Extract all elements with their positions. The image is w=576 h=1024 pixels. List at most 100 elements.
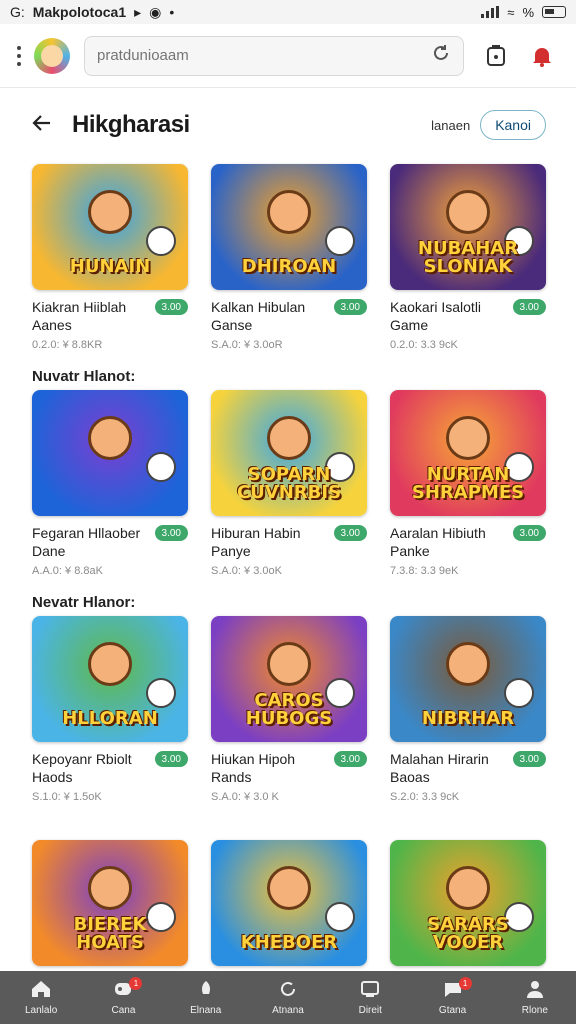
nav-item[interactable]: Rlone xyxy=(494,971,576,1024)
character-figure xyxy=(267,642,311,686)
thumbnail-logo-text: SOPARN CUVNRBIS xyxy=(236,464,342,503)
search-input[interactable] xyxy=(97,47,431,64)
rating-badge: 3.00 xyxy=(154,525,188,541)
mascot-figure xyxy=(325,226,355,256)
nav-item-label: Lanlalo xyxy=(25,1005,58,1016)
game-card[interactable]: SOPARN CUVNRBIS Hiburan Habin Panye 3.00 S.… xyxy=(211,390,367,590)
overflow-menu-icon[interactable] xyxy=(14,45,24,66)
notification-button[interactable] xyxy=(524,38,560,74)
nav-item[interactable]: Atnana xyxy=(247,971,329,1024)
rocket-icon xyxy=(195,979,217,1002)
game-title: Kalkan Hibulan Ganse xyxy=(211,299,306,333)
mascot-figure xyxy=(146,452,176,482)
game-card[interactable]: DHIROAN Kalkan Hibulan Ganse 3.00 S.A.0: ¥ … xyxy=(211,164,367,364)
character-figure xyxy=(88,416,132,460)
game-card[interactable]: CAROS HUBOGS Hiukan Hipoh Rands 3.00 S.A.0:… xyxy=(211,616,367,816)
header-aux-label[interactable]: lanaen xyxy=(431,118,470,133)
avatar[interactable] xyxy=(34,37,70,74)
rating-badge: 3.00 xyxy=(512,299,546,315)
game-thumbnail[interactable]: SOPARN CUVNRBIS xyxy=(211,390,367,516)
back-arrow-icon[interactable] xyxy=(30,111,54,140)
game-meta: Kaokari Isalotli Game 3.00 xyxy=(390,298,546,334)
battery-icon xyxy=(542,6,566,18)
dot-icon: • xyxy=(169,4,175,20)
search-bar[interactable] xyxy=(84,35,464,76)
game-stats: 7.3.8: 3.3 9eK xyxy=(390,565,459,577)
thumbnail-logo-text: KHEBOER xyxy=(240,932,338,953)
nav-item-label: Gtana xyxy=(438,1005,467,1016)
thumbnail-logo-text: NURTAN SHRAPMES xyxy=(411,464,525,503)
play-icon: ▸ xyxy=(134,3,142,20)
game-thumbnail[interactable]: NIBRHAR xyxy=(390,616,546,742)
game-stats: 0.2.0: ¥ 8.8KR xyxy=(32,339,103,351)
mascot-figure xyxy=(325,902,355,932)
refresh-icon xyxy=(277,979,299,1002)
mascot-figure xyxy=(146,226,176,256)
character-figure xyxy=(446,416,490,460)
game-stats: S.1.0: ¥ 1.5oK xyxy=(32,791,102,803)
game-card[interactable]: HLLORAN Kepoyanr Rbiolt Haods 3.00 S.1.0: ¥… xyxy=(32,616,188,816)
thumbnail-logo-text: DHIROAN xyxy=(241,256,337,277)
bookmark-button[interactable] xyxy=(478,38,514,74)
wifi-icon: ≈ xyxy=(507,4,515,20)
game-thumbnail[interactable]: SARARS VOOER xyxy=(390,840,546,966)
page-title: Hikgharasi xyxy=(72,111,190,138)
game-thumbnail[interactable]: DHIROAN xyxy=(211,164,367,290)
game-meta: Aaralan Hibiuth Panke 3.00 xyxy=(390,524,546,560)
game-stats: S.A.0: ¥ 3.0oR xyxy=(211,339,283,351)
thumbnail-logo-text: BIEREK HOATS xyxy=(73,914,147,953)
game-thumbnail[interactable]: BIEREK HOATS xyxy=(32,840,188,966)
character-figure xyxy=(88,866,132,910)
nav-item[interactable]: Direit xyxy=(329,971,411,1024)
game-card[interactable]: NURTAN SHRAPMES Aaralan Hibiuth Panke 3.00… xyxy=(390,390,546,590)
refresh-icon[interactable] xyxy=(431,43,451,68)
nav-item-label: Rlone xyxy=(521,1005,548,1016)
nav-item[interactable]: Lanlalo xyxy=(0,971,82,1024)
rating-badge: 3.00 xyxy=(333,525,367,541)
bookmark-icon xyxy=(487,44,505,66)
rating-badge: 3.00 xyxy=(154,299,188,315)
nav-item-label: Atnana xyxy=(272,1005,304,1016)
character-figure xyxy=(267,416,311,460)
record-icon: ◉ xyxy=(149,3,162,20)
header-pill-button[interactable]: Kanoi xyxy=(480,110,546,140)
bottom-navigation: Lanlalo 1 Cana Elnana Atnana Direit 1 Gtana Rlon… xyxy=(0,971,576,1024)
nav-item[interactable]: 1 Cana xyxy=(82,971,164,1024)
character-figure xyxy=(267,866,311,910)
character-figure xyxy=(88,190,132,234)
rating-badge: 3.00 xyxy=(154,751,188,767)
game-meta: Kiakran Hiiblah Aanes 3.00 xyxy=(32,298,188,334)
mascot-figure xyxy=(146,678,176,708)
game-stats: S.A.0: ¥ 3.0oK xyxy=(211,565,282,577)
game-thumbnail[interactable]: NURTAN SHRAPMES xyxy=(390,390,546,516)
game-thumbnail[interactable]: HLLORAN xyxy=(32,616,188,742)
section-heading: Nuvatr Hlanot: xyxy=(32,368,136,385)
game-title: Aaralan Hibiuth Panke xyxy=(390,525,486,559)
game-card[interactable]: NIBRHAR Malahan Hirarin Baoas 3.00 S.2.0: 3… xyxy=(390,616,546,816)
game-thumbnail[interactable]: CAROS HUBOGS xyxy=(211,616,367,742)
game-stats: A.A.0: ¥ 8.8aK xyxy=(32,565,103,577)
nav-item-label: Cana xyxy=(111,1005,136,1016)
page-header: Hikgharasi lanaen Kanoi xyxy=(0,100,576,150)
nav-item-label: Elnana xyxy=(190,1005,222,1016)
game-stats: 0.2.0: 3.3 9cK xyxy=(390,339,458,351)
game-thumbnail[interactable]: KHEBOER xyxy=(211,840,367,966)
nav-item[interactable]: Elnana xyxy=(165,971,247,1024)
game-meta: Malahan Hirarin Baoas 3.00 xyxy=(390,750,546,786)
game-title: Hiburan Habin Panye xyxy=(211,525,301,559)
game-title: Kepoyanr Rbiolt Haods xyxy=(32,751,132,785)
game-thumbnail[interactable]: NUBAHAR SLONIAK xyxy=(390,164,546,290)
game-card[interactable]: Fegaran Hllaober Dane 3.00 A.A.0: ¥ 8.8aK xyxy=(32,390,188,590)
nav-item[interactable]: 1 Gtana xyxy=(411,971,493,1024)
character-figure xyxy=(446,866,490,910)
game-title: Kiakran Hiiblah Aanes xyxy=(32,299,127,333)
nav-badge: 1 xyxy=(458,977,472,990)
thumbnail-logo-text: HLLORAN xyxy=(62,708,158,729)
game-card[interactable]: NUBAHAR SLONIAK Kaokari Isalotli Game 3.00… xyxy=(390,164,546,364)
game-card[interactable]: HUNAIN Kiakran Hiiblah Aanes 3.00 0.2.0: ¥ … xyxy=(32,164,188,364)
top-app-bar xyxy=(0,24,576,88)
game-meta: Hiukan Hipoh Rands 3.00 xyxy=(211,750,367,786)
game-thumbnail[interactable]: HUNAIN xyxy=(32,164,188,290)
rating-badge: 3.00 xyxy=(512,751,546,767)
game-thumbnail[interactable] xyxy=(32,390,188,516)
